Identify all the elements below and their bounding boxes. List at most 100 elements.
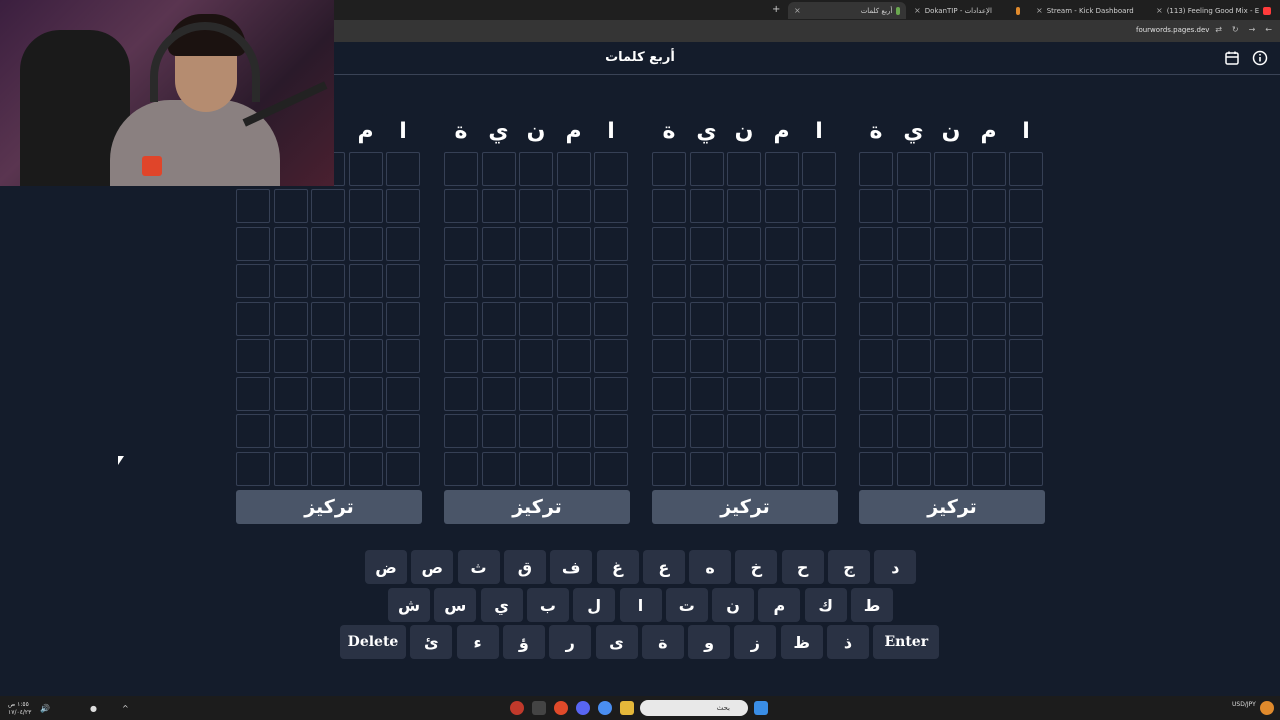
info-icon[interactable] xyxy=(1252,50,1268,66)
tab-dokantip[interactable]: × DokanTIP - الإعدادات xyxy=(908,2,1026,19)
settings-icon[interactable]: ⇄ xyxy=(1215,25,1222,34)
letter-key[interactable]: ه xyxy=(689,550,732,584)
letter-key[interactable]: د xyxy=(874,550,917,584)
focus-button[interactable]: تركيز xyxy=(859,490,1045,524)
letter-cell: م xyxy=(348,114,383,148)
chrome-icon[interactable] xyxy=(598,701,612,715)
letter-key[interactable]: ق xyxy=(503,550,546,584)
letter-key[interactable]: ص xyxy=(411,550,454,584)
empty-cell xyxy=(934,451,968,486)
close-icon[interactable]: × xyxy=(1036,6,1043,15)
url-field[interactable]: fourwords.pages.dev xyxy=(1136,26,1209,34)
forward-icon[interactable]: → xyxy=(1249,25,1256,34)
letter-cell: ن xyxy=(934,114,968,148)
empty-cell xyxy=(444,151,478,186)
letter-key[interactable]: خ xyxy=(735,550,778,584)
calendar-icon[interactable] xyxy=(1224,50,1240,66)
letter-key[interactable]: ط xyxy=(851,588,893,622)
empty-cell xyxy=(444,226,478,261)
letter-key[interactable]: و xyxy=(688,625,731,659)
letter-key[interactable]: ث xyxy=(457,550,500,584)
letter-key[interactable]: ض xyxy=(365,550,407,584)
letter-key[interactable]: غ xyxy=(596,550,639,584)
tab-youtube[interactable]: × (113) Feeling Good Mix - E xyxy=(1150,2,1280,19)
tab-fourwords[interactable]: × أربع كلمات xyxy=(788,2,906,19)
brave-icon[interactable] xyxy=(554,701,568,715)
empty-cell xyxy=(689,451,724,486)
empty-cell xyxy=(236,189,270,223)
letter-key[interactable]: ز xyxy=(734,625,777,659)
letter-cell: ة xyxy=(444,114,478,148)
empty-cell xyxy=(689,226,724,261)
start-icon[interactable] xyxy=(754,701,768,715)
close-icon[interactable]: × xyxy=(914,6,921,15)
empty-cell xyxy=(934,376,968,411)
letter-key[interactable]: س xyxy=(434,588,477,622)
currency-widget[interactable]: USD/JPY xyxy=(1232,701,1256,708)
empty-cell xyxy=(652,226,686,261)
letter-key[interactable]: ر xyxy=(549,625,592,659)
letter-key[interactable]: ل xyxy=(573,588,616,622)
empty-cell xyxy=(1009,189,1043,223)
letter-key[interactable]: ت xyxy=(665,588,708,622)
letter-key[interactable]: ب xyxy=(526,588,569,622)
empty-cell xyxy=(859,376,893,411)
letter-cell: ة xyxy=(859,114,893,148)
terminal-icon[interactable] xyxy=(532,701,546,715)
letter-key[interactable]: م xyxy=(758,588,801,622)
chevron-up-icon[interactable]: ^ xyxy=(122,704,129,713)
taskbar-search[interactable]: بحث xyxy=(640,700,748,716)
letter-key[interactable]: ح xyxy=(781,550,824,584)
file-explorer-icon[interactable] xyxy=(620,701,634,715)
mic-icon[interactable]: ● xyxy=(90,704,97,713)
letter-key[interactable]: ي xyxy=(480,588,523,622)
empty-cell xyxy=(764,226,799,261)
letter-key[interactable]: ك xyxy=(804,588,847,622)
focus-button[interactable]: تركيز xyxy=(236,490,422,524)
enter-key[interactable]: Enter xyxy=(873,625,940,659)
empty-cell xyxy=(727,264,761,298)
letter-key[interactable]: ش xyxy=(388,588,430,622)
discord-icon[interactable] xyxy=(576,701,590,715)
obs-icon[interactable] xyxy=(510,701,524,715)
empty-cell xyxy=(444,189,478,223)
back-icon[interactable]: ← xyxy=(1265,25,1272,34)
empty-cell xyxy=(236,451,270,486)
notification-icon[interactable] xyxy=(1260,701,1274,715)
empty-cell xyxy=(1009,301,1043,336)
empty-cell xyxy=(556,451,591,486)
empty-cell xyxy=(273,226,308,261)
new-tab-button[interactable]: + xyxy=(772,4,780,15)
focus-button[interactable]: تركيز xyxy=(444,490,630,524)
empty-cell xyxy=(348,451,383,486)
letter-key[interactable]: ى xyxy=(595,625,638,659)
letter-key[interactable]: ظ xyxy=(780,625,823,659)
focus-button[interactable]: تركيز xyxy=(652,490,838,524)
empty-cell xyxy=(273,414,308,448)
letter-key[interactable]: ع xyxy=(642,550,685,584)
empty-cell xyxy=(519,226,553,261)
letter-key[interactable]: ن xyxy=(712,588,755,622)
reload-icon[interactable]: ↻ xyxy=(1232,25,1239,34)
letter-key[interactable]: ؤ xyxy=(502,625,545,659)
letter-key[interactable]: ا xyxy=(619,588,662,622)
letter-cell: م xyxy=(971,114,1006,148)
volume-icon[interactable]: 🔊 xyxy=(40,704,50,713)
letter-key[interactable]: ة xyxy=(641,625,684,659)
letter-key[interactable]: ذ xyxy=(827,625,869,659)
empty-cell xyxy=(444,264,478,298)
empty-cell xyxy=(652,189,686,223)
close-icon[interactable]: × xyxy=(1156,6,1163,15)
empty-cell xyxy=(273,339,308,373)
letter-key[interactable]: ء xyxy=(456,625,499,659)
letter-key[interactable]: ج xyxy=(828,550,870,584)
empty-cell xyxy=(481,151,516,186)
tab-kick[interactable]: × Stream - Kick Dashboard xyxy=(1030,2,1148,19)
close-icon[interactable]: × xyxy=(794,6,801,15)
letter-key[interactable]: ف xyxy=(550,550,593,584)
delete-key[interactable]: Delete xyxy=(340,625,406,659)
empty-cell xyxy=(896,301,931,336)
empty-cell xyxy=(896,339,931,373)
empty-cell xyxy=(348,189,383,223)
letter-key[interactable]: ئ xyxy=(410,625,453,659)
